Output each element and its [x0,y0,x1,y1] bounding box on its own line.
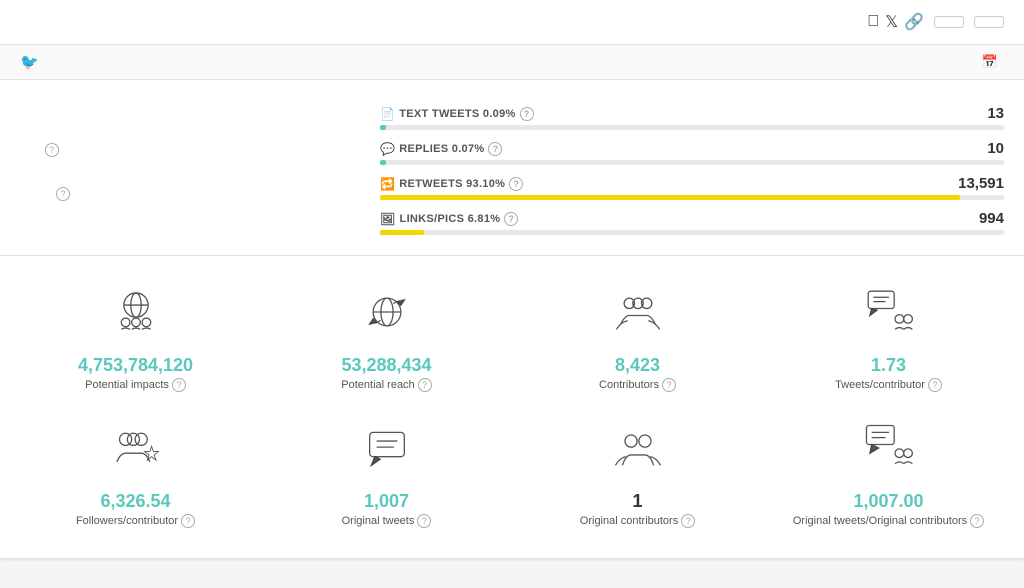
speech-lines-icon [361,422,413,474]
filter-left: 🐦 [20,53,47,71]
stat-label: Potential impacts ? [85,378,186,392]
stat-info-icon[interactable]: ? [417,514,431,528]
tweet-type-value: 13 [987,105,1004,122]
globe-people-icon [110,286,162,338]
tweet-type-value: 994 [979,210,1004,227]
stat-card: 1,007.00 Original tweets/Original contri… [763,412,1014,548]
tweet-type-bar-fill [380,230,424,235]
tweet-type-info-icon[interactable]: ? [509,177,523,191]
tweet-type-row: 📄 TEXT TWEETS 0.09% ? 13 [380,105,1004,130]
stat-number: 6,326.54 [100,491,170,512]
stat-icon-speech-lines [361,422,413,483]
stat-card: 1,007 Original tweets ? [261,412,512,548]
left-panel: ? ? [20,100,360,235]
stat-number: 1,007 [364,491,409,512]
tweet-type-bar-track [380,195,1004,200]
header-right:  𝕏 🔗 [853,12,1004,32]
stat-card: 1.73 Tweets/contributor ? [763,276,1014,412]
twitter-bird-icon: 🐦 [20,53,39,71]
stat-info-icon[interactable]: ? [172,378,186,392]
header:  𝕏 🔗 [0,0,1024,45]
speech-people-icon [863,286,915,338]
stat-number: 8,423 [615,355,660,376]
people-award-icon [110,422,162,474]
stat-icon-people-group [612,286,664,347]
stat-icon-person-group [612,422,664,483]
tweet-type-label: 🖼 LINKS/PICS 6.81% ? [380,212,518,226]
tweet-type-row: 💬 REPLIES 0.07% ? 10 [380,140,1004,165]
calendar-icon: 📅 [982,54,998,70]
total-tweets-label: ? [40,143,340,157]
basic-stats-button[interactable] [974,16,1004,28]
stat-card: 1 Original contributors ? [512,412,763,548]
tweet-type-label: 🔁 RETWEETS 93.10% ? [380,177,523,191]
tweet-type-info-icon[interactable]: ? [488,142,502,156]
globe-arrows-icon [361,286,413,338]
tweet-type-row: 🖼 LINKS/PICS 6.81% ? 994 [380,210,1004,235]
tweet-type-value: 13,591 [958,175,1004,192]
stat-info-icon[interactable]: ? [662,378,676,392]
stat-number: 1 [632,491,642,512]
stat-number: 1,007.00 [853,491,923,512]
tweet-type-icon: 💬 [380,142,395,156]
bottom-grid: 4,753,784,120 Potential impacts ? 53,288… [0,256,1024,558]
tweet-type-bar-track [380,125,1004,130]
stat-icon-speech-people [863,286,915,347]
person-group-icon [612,422,664,474]
tweet-type-row: 🔁 RETWEETS 93.10% ? 13,591 [380,175,1004,200]
stat-icon-globe-people [110,286,162,347]
tweet-type-value: 10 [987,140,1004,157]
tweet-type-icon: 🖼 [380,212,396,226]
tweet-type-info-icon[interactable]: ? [504,212,518,226]
espanol-button[interactable] [934,16,964,28]
stat-number: 1.73 [871,355,906,376]
date-range: 📅 [982,54,1004,70]
stat-card: 6,326.54 Followers/contributor ? [10,412,261,548]
tweet-type-bar-fill [380,125,386,130]
stat-info-icon[interactable]: ? [928,378,942,392]
stat-icon-globe-arrows [361,286,413,347]
stat-label: Original tweets/Original contributors ? [793,514,984,528]
people-group-icon [612,286,664,338]
stat-number: 4,753,784,120 [78,355,193,376]
stat-label: Contributors ? [599,378,676,392]
tweet-type-bar-fill [380,160,386,165]
tweet-type-info-icon[interactable]: ? [520,107,534,121]
share-icons:  𝕏 🔗 [867,12,924,32]
tweet-type-bar-fill [380,195,960,200]
stat-info-icon[interactable]: ? [681,514,695,528]
tweet-type-bar-track [380,230,1004,235]
economic-row: ? [40,187,340,201]
stat-label: Original contributors ? [580,514,695,528]
facebook-icon[interactable]:  [867,13,879,31]
stat-info-icon[interactable]: ? [418,378,432,392]
stat-info-icon[interactable]: ? [181,514,195,528]
tweet-type-icon: 🔁 [380,177,395,191]
filter-bar: 🐦 📅 [0,45,1024,80]
stat-icon-speech-people-2 [863,422,915,483]
speech-people-2-icon [863,422,915,474]
share-link-icon[interactable]: 🔗 [904,12,924,32]
economic-info-icon[interactable]: ? [56,187,70,201]
stat-label: Potential reach ? [341,378,431,392]
stat-icon-people-award [110,422,162,483]
tweet-type-label: 💬 REPLIES 0.07% ? [380,142,502,156]
stat-number: 53,288,434 [341,355,431,376]
stat-card: 53,288,434 Potential reach ? [261,276,512,412]
right-panel: 📄 TEXT TWEETS 0.09% ? 13 💬 REPLIES 0.07%… [380,100,1004,235]
main-content: ? ? 📄 TEXT TWEETS 0.09% ? 13 💬 [0,80,1024,256]
stat-label: Tweets/contributor ? [835,378,942,392]
stat-info-icon[interactable]: ? [970,514,984,528]
tweet-type-label: 📄 TEXT TWEETS 0.09% ? [380,107,534,121]
stat-label: Followers/contributor ? [76,514,195,528]
tweet-type-icon: 📄 [380,107,395,121]
total-tweets-info-icon[interactable]: ? [45,143,59,157]
tweet-type-bar-track [380,160,1004,165]
stat-label: Original tweets ? [342,514,432,528]
twitter-icon[interactable]: 𝕏 [885,12,898,32]
stat-card: 4,753,784,120 Potential impacts ? [10,276,261,412]
stat-card: 8,423 Contributors ? [512,276,763,412]
